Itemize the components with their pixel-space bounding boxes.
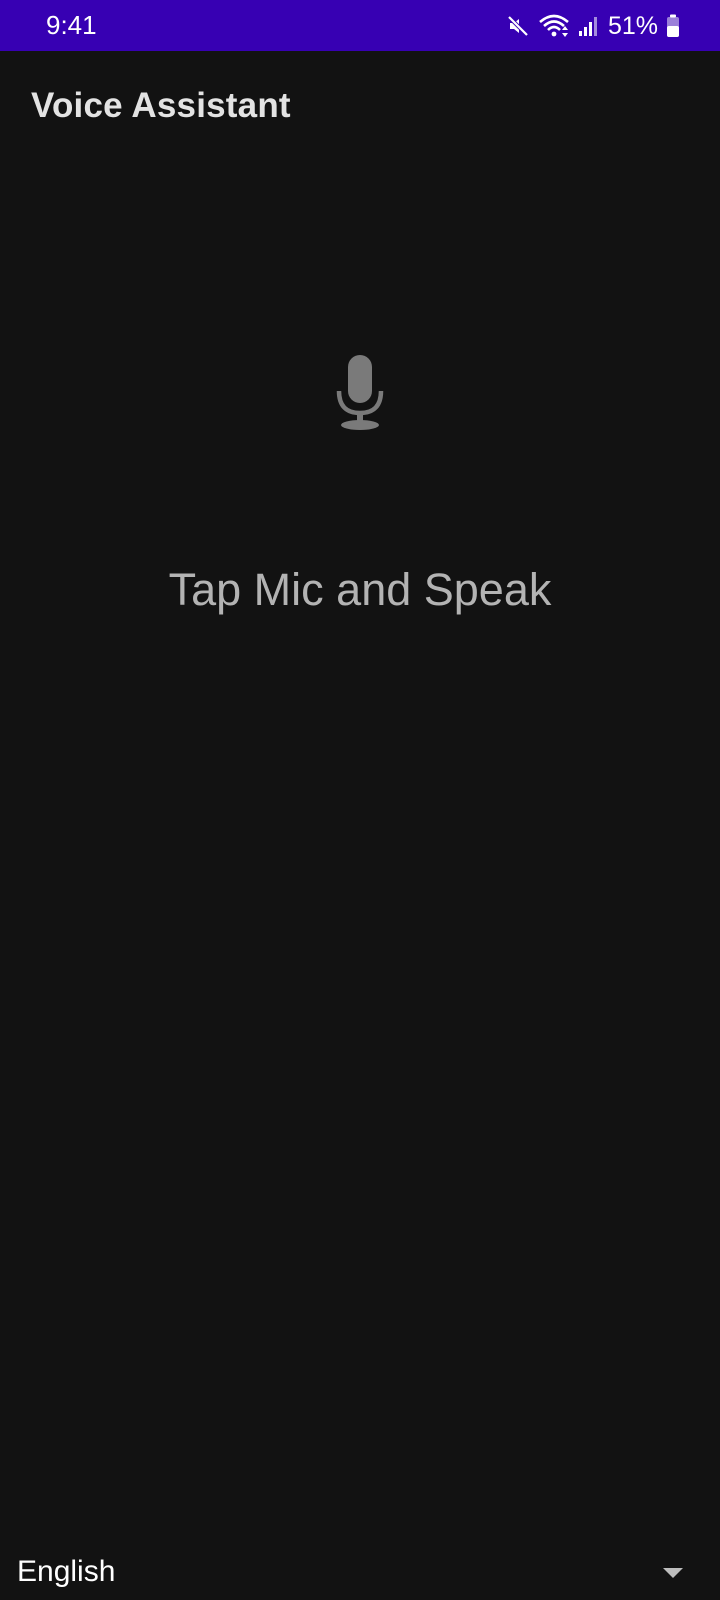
- prompt-text: Tap Mic and Speak: [168, 564, 552, 615]
- language-dropdown[interactable]: English: [0, 1548, 720, 1596]
- status-time: 9:41: [46, 10, 97, 40]
- signal-icon: [578, 15, 598, 37]
- microphone-icon: [334, 353, 386, 438]
- app-title: Voice Assistant: [31, 86, 291, 125]
- battery-percent: 51%: [607, 12, 658, 40]
- status-bar: 9:41 51%: [0, 0, 720, 51]
- app-screen: 9:41 51% Voice Assistant Tap Mic and Spe…: [0, 0, 720, 1600]
- battery-icon: [666, 14, 680, 38]
- status-icons: 51%: [506, 10, 680, 42]
- mute-icon: [506, 14, 530, 38]
- mic-button[interactable]: [320, 350, 400, 440]
- language-selected-value: English: [17, 1555, 116, 1588]
- dropdown-arrow-icon: [662, 1566, 684, 1578]
- wifi-icon: [538, 13, 570, 39]
